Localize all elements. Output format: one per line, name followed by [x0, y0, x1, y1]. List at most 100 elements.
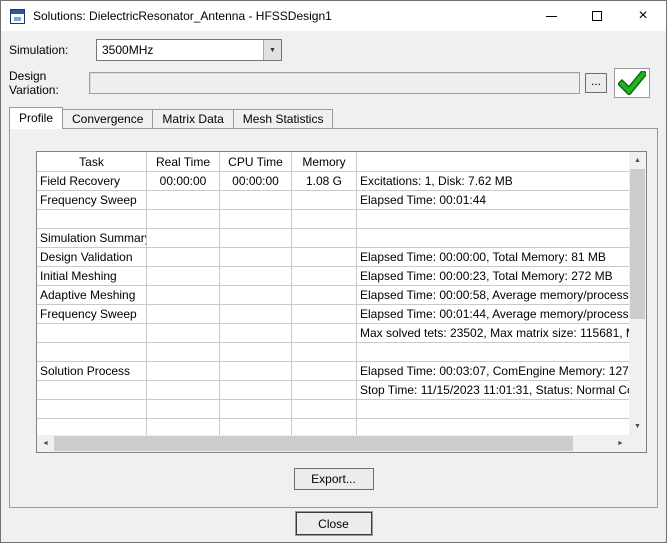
- cell-task: Frequency Sweep: [37, 191, 147, 210]
- cell-memory: [292, 286, 357, 305]
- cell-memory: [292, 305, 357, 324]
- table-row[interactable]: Design Validation Elapsed Time: 00:00:00…: [37, 248, 629, 267]
- cell-task: Solution Process: [37, 362, 147, 381]
- tab-mesh-statistics[interactable]: Mesh Statistics: [233, 109, 334, 128]
- simulation-dropdown[interactable]: 3500MHz ▼: [96, 39, 282, 61]
- minimize-button[interactable]: [528, 1, 574, 31]
- tab-matrix-data[interactable]: Matrix Data: [152, 109, 233, 128]
- cell-task: [37, 400, 147, 419]
- vertical-scroll-track[interactable]: [629, 319, 646, 418]
- table-row[interactable]: [37, 400, 629, 419]
- cell-info: [357, 343, 629, 362]
- scroll-down-button[interactable]: ▼: [629, 418, 646, 435]
- cell-info: Max solved tets: 23502, Max matrix size:…: [357, 324, 629, 343]
- cell-task: Design Validation: [37, 248, 147, 267]
- cell-real-time: [147, 248, 220, 267]
- table-row[interactable]: [37, 343, 629, 362]
- cell-cpu-time: [220, 324, 292, 343]
- export-button[interactable]: Export...: [294, 468, 374, 490]
- table-row[interactable]: Solution Process Elapsed Time: 00:03:07,…: [37, 362, 629, 381]
- maximize-button[interactable]: [574, 1, 620, 31]
- scrollbar-corner: [629, 435, 646, 452]
- table-row[interactable]: Simulation Summary: [37, 229, 629, 248]
- column-header-info: [357, 152, 629, 172]
- cell-cpu-time: [220, 400, 292, 419]
- cell-real-time: [147, 400, 220, 419]
- scroll-up-button[interactable]: ▲: [629, 152, 646, 169]
- dialog-icon: [10, 9, 25, 24]
- cell-real-time: [147, 191, 220, 210]
- cell-info: Excitations: 1, Disk: 7.62 MB: [357, 172, 629, 191]
- column-header-cpu-time: CPU Time: [220, 152, 292, 172]
- cell-real-time: [147, 419, 220, 435]
- vertical-scrollbar[interactable]: ▲ ▼: [629, 152, 646, 435]
- scroll-right-icon: ►: [617, 440, 624, 447]
- table-row[interactable]: Adaptive Meshing Elapsed Time: 00:00:58,…: [37, 286, 629, 305]
- tab-profile[interactable]: Profile: [9, 107, 63, 129]
- table-row[interactable]: Frequency Sweep Elapsed Time: 00:01:44: [37, 191, 629, 210]
- check-icon: [618, 71, 646, 95]
- cell-cpu-time: [220, 305, 292, 324]
- cell-real-time: [147, 305, 220, 324]
- simulation-value: 3500MHz: [97, 40, 263, 60]
- scroll-right-button[interactable]: ►: [612, 435, 629, 452]
- table-row[interactable]: Frequency Sweep Elapsed Time: 00:01:44, …: [37, 305, 629, 324]
- table-row[interactable]: [37, 210, 629, 229]
- cell-real-time: [147, 286, 220, 305]
- design-variation-field[interactable]: [89, 72, 580, 94]
- profile-grid[interactable]: Task Real Time CPU Time Memory Field Rec…: [36, 151, 647, 453]
- scroll-left-button[interactable]: ◄: [37, 435, 54, 452]
- cell-info: Elapsed Time: 00:00:23, Total Memory: 27…: [357, 267, 629, 286]
- table-row[interactable]: Initial Meshing Elapsed Time: 00:00:23, …: [37, 267, 629, 286]
- cell-cpu-time: [220, 419, 292, 435]
- cell-task: Field Recovery: [37, 172, 147, 191]
- cell-task: [37, 381, 147, 400]
- table-row[interactable]: Max solved tets: 23502, Max matrix size:…: [37, 324, 629, 343]
- cell-task: [37, 210, 147, 229]
- apply-check-button[interactable]: [614, 68, 650, 98]
- cell-memory: [292, 267, 357, 286]
- horizontal-scroll-thumb[interactable]: [54, 436, 573, 451]
- title-bar[interactable]: Solutions: DielectricResonator_Antenna -…: [1, 1, 666, 31]
- design-variation-label: Design Variation:: [9, 69, 89, 97]
- cell-task: [37, 324, 147, 343]
- cell-task: [37, 419, 147, 435]
- horizontal-scrollbar[interactable]: ◄ ►: [37, 435, 629, 452]
- column-header-task: Task: [37, 152, 147, 172]
- cell-cpu-time: [220, 362, 292, 381]
- cell-memory: [292, 400, 357, 419]
- cell-memory: [292, 362, 357, 381]
- simulation-label: Simulation:: [9, 43, 96, 57]
- table-header-row: Task Real Time CPU Time Memory: [37, 152, 629, 172]
- cell-cpu-time: [220, 286, 292, 305]
- horizontal-scroll-track[interactable]: [573, 435, 612, 452]
- cell-cpu-time: 00:00:00: [220, 172, 292, 191]
- maximize-icon: [592, 11, 602, 21]
- scroll-left-icon: ◄: [42, 440, 49, 447]
- cell-real-time: [147, 362, 220, 381]
- close-icon: ×: [638, 8, 647, 24]
- tab-convergence[interactable]: Convergence: [62, 109, 153, 128]
- caption-buttons: ×: [528, 1, 666, 31]
- cell-cpu-time: [220, 191, 292, 210]
- tab-label: Convergence: [72, 112, 143, 126]
- close-button[interactable]: Close: [296, 512, 372, 535]
- cell-memory: [292, 419, 357, 435]
- column-header-real-time: Real Time: [147, 152, 220, 172]
- table-row[interactable]: Field Recovery 00:00:00 00:00:00 1.08 G …: [37, 172, 629, 191]
- browse-variation-button[interactable]: ...: [585, 73, 607, 93]
- table-row[interactable]: [37, 419, 629, 435]
- profile-grid-view: Task Real Time CPU Time Memory Field Rec…: [37, 152, 629, 435]
- solutions-dialog: Solutions: DielectricResonator_Antenna -…: [0, 0, 667, 543]
- dropdown-button[interactable]: ▼: [263, 40, 281, 60]
- close-window-button[interactable]: ×: [620, 1, 666, 31]
- cell-real-time: [147, 343, 220, 362]
- cell-cpu-time: [220, 248, 292, 267]
- vertical-scroll-thumb[interactable]: [630, 169, 645, 319]
- cell-cpu-time: [220, 210, 292, 229]
- cell-info: Elapsed Time: 00:01:44: [357, 191, 629, 210]
- cell-real-time: [147, 210, 220, 229]
- table-row[interactable]: Stop Time: 11/15/2023 11:01:31, Status: …: [37, 381, 629, 400]
- cell-task: Simulation Summary: [37, 229, 147, 248]
- cell-real-time: [147, 267, 220, 286]
